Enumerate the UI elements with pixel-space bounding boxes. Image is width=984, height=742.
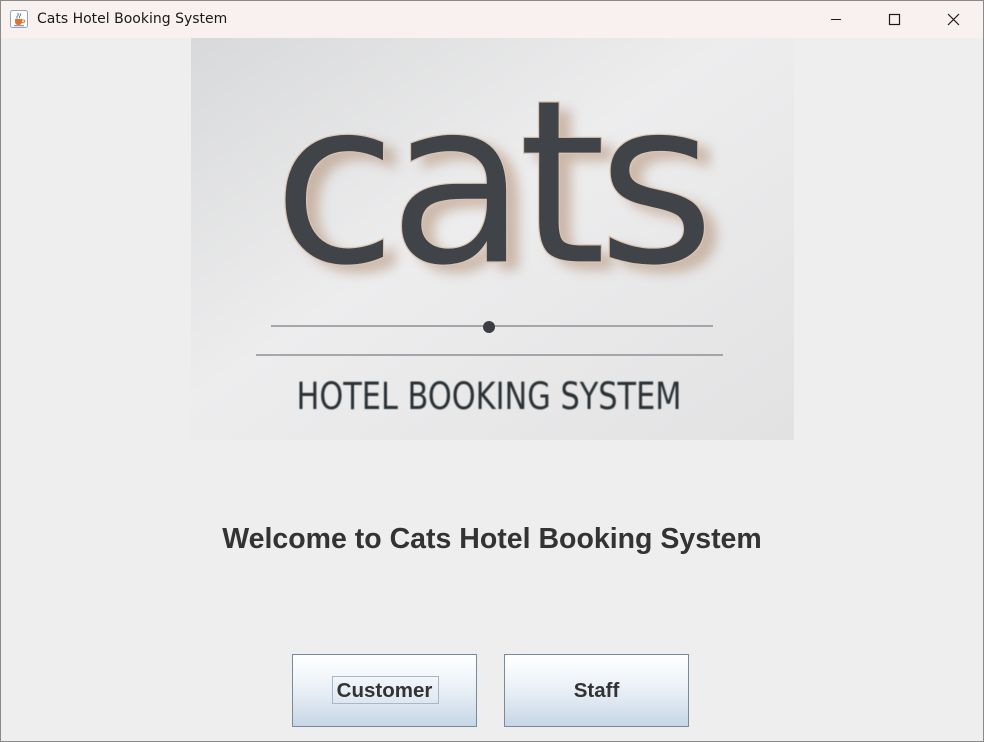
hotel-logo-image: cats cats HOTEL BOOKING SYSTEM	[191, 38, 794, 440]
title-bar[interactable]: Cats Hotel Booking System	[1, 1, 983, 38]
minimize-button[interactable]	[807, 1, 865, 38]
maximize-button[interactable]	[865, 1, 923, 38]
app-window: Cats Hotel Booking System cats cats HOTE…	[0, 0, 984, 742]
customer-button[interactable]: Customer	[292, 654, 477, 727]
java-cup-icon	[10, 10, 28, 28]
logo-wordmark: cats	[272, 50, 705, 316]
customer-button-label: Customer	[336, 679, 433, 702]
logo-subtitle: HOTEL BOOKING SYSTEM	[297, 375, 682, 418]
welcome-heading: Welcome to Cats Hotel Booking System	[222, 523, 762, 555]
close-icon	[947, 13, 960, 26]
window-title: Cats Hotel Booking System	[37, 11, 228, 27]
close-button[interactable]	[923, 1, 981, 38]
staff-button-label: Staff	[573, 679, 620, 702]
maximize-icon	[888, 13, 901, 26]
staff-button[interactable]: Staff	[504, 654, 689, 727]
minimize-icon	[831, 19, 841, 20]
